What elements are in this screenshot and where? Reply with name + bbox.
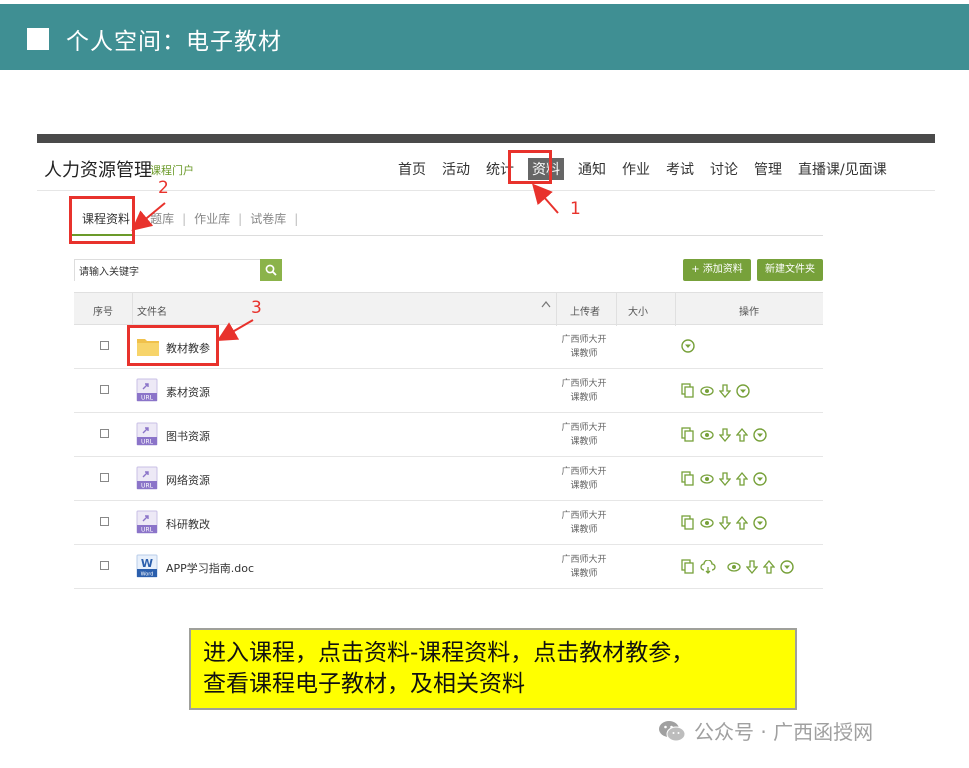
caption-line-2: 查看课程电子教材，及相关资料 [203,671,525,697]
arrow-to-textbook-folder [216,319,254,342]
caption-line-1: 进入课程，点击资料-课程资料，点击教材教参， [203,640,695,666]
step-number-1: 1 [570,199,581,219]
arrow-to-resources [532,183,559,214]
watermark-text: 公众号 · 广西函授网 [694,720,874,744]
step-number-2: 2 [158,178,169,198]
arrow-to-course-resources [131,202,166,231]
watermark: 公众号 · 广西函授网 [658,716,873,745]
step-number-3: 3 [251,298,262,318]
wechat-icon [659,720,686,741]
instruction-caption: 进入课程，点击资料-课程资料，点击教材教参， 查看课程电子教材，及相关资料 [189,628,797,710]
